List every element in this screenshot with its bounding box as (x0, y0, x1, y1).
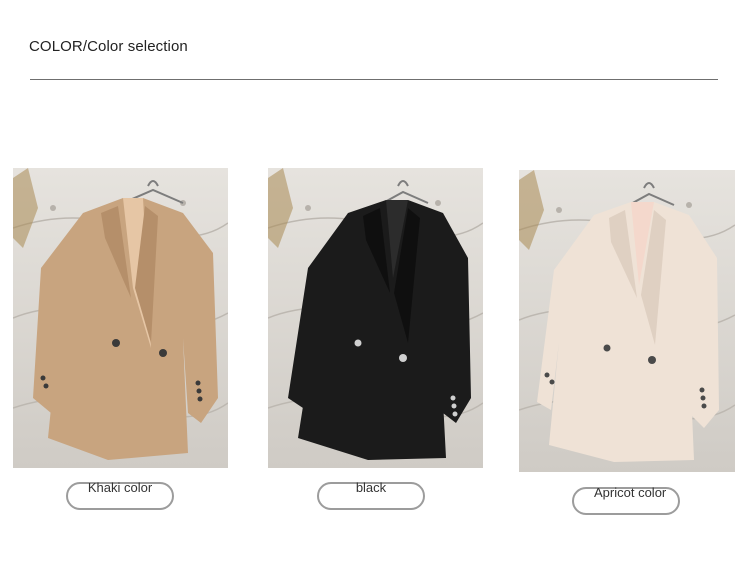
section-title: COLOR/Color selection (29, 38, 188, 55)
color-option-label: Apricot color (594, 485, 667, 500)
color-option-label: black (355, 480, 387, 495)
color-option-label: Khaki color (87, 480, 153, 495)
title-divider (30, 79, 718, 80)
black-blazer-photo[interactable] (268, 168, 483, 468)
apricot-blazer-photo[interactable] (519, 170, 735, 472)
color-option-khaki[interactable]: Khaki color (66, 480, 174, 510)
color-option-black[interactable]: black (317, 480, 425, 510)
khaki-blazer-photo[interactable] (13, 168, 228, 468)
color-option-apricot[interactable]: Apricot color (572, 485, 680, 515)
